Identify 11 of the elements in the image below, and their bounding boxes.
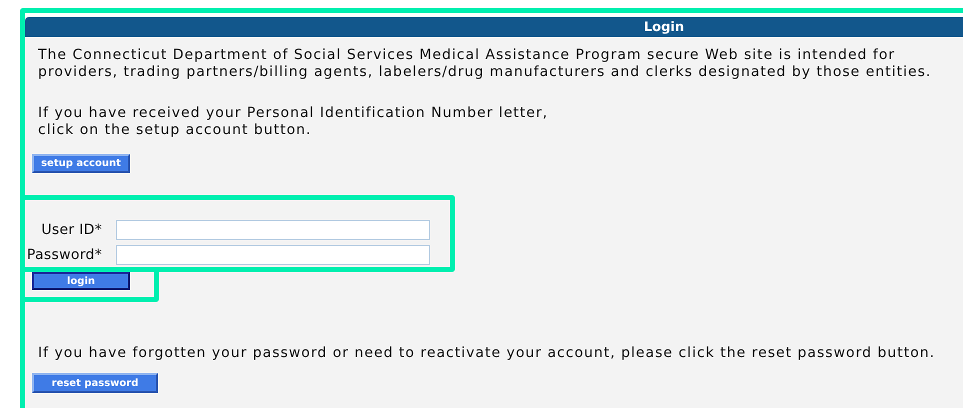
- field-label: User ID*: [40, 222, 102, 238]
- panel-title: Login: [25, 17, 963, 37]
- reset-note: If you have forgotten your password or need to reactivate your account, please click the reset password button.: [38, 345, 936, 362]
- reset-password-button[interactable]: reset password: [32, 373, 158, 393]
- pin-note: If you have received your Personal Identification Number letter, click on the setup account button.: [38, 105, 550, 139]
- password-field[interactable]: [116, 245, 430, 265]
- setup-account-button[interactable]: setup account: [32, 154, 130, 173]
- intro-text: The Connecticut Department of Social Services Medical Assistance Program secure Web site is intended for providers, trading partners/billing agents, labelers/drug manufacturers and clerks designated by those entities.: [38, 47, 932, 81]
- field-label: Password*: [26, 246, 102, 264]
- login-button[interactable]: login: [32, 272, 130, 290]
- user-id-field[interactable]: [116, 220, 430, 240]
